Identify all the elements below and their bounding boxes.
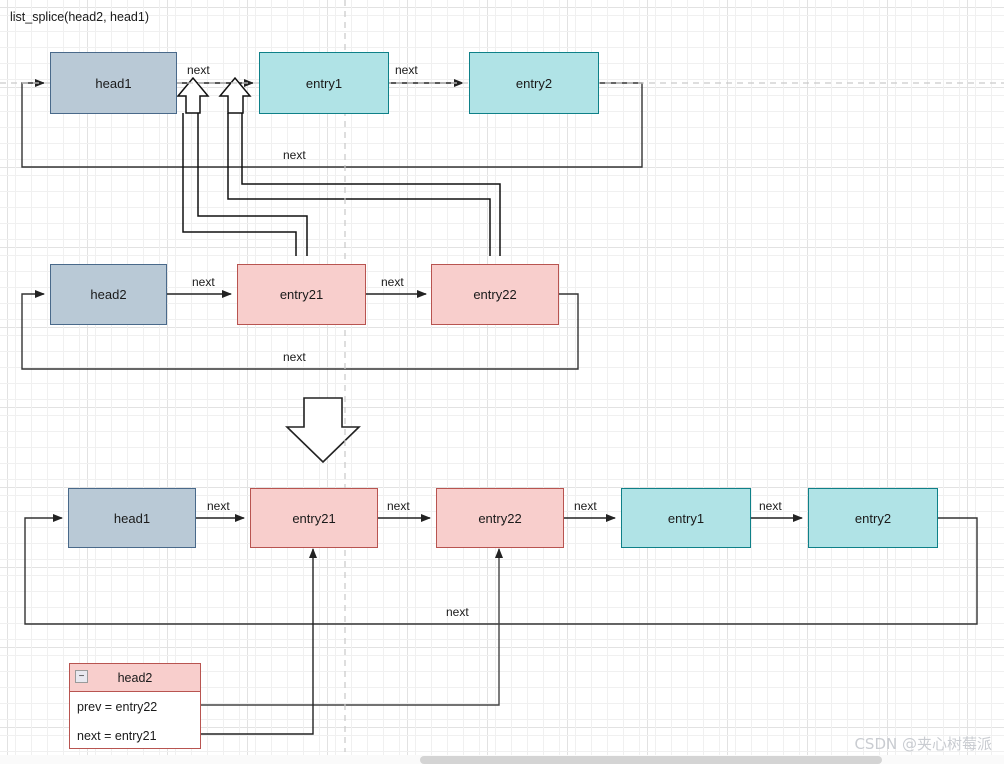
head2-detail-title: head2 [117, 670, 153, 685]
node-entry21-after[interactable]: entry21 [250, 488, 378, 548]
edge-head2next-to-entry21 [201, 548, 317, 735]
node-entry21-before[interactable]: entry21 [237, 264, 366, 325]
edge-label-head2-entry21: next [192, 275, 215, 289]
edge-label-after-entry22-entry1: next [574, 499, 597, 513]
edge-head2prev-to-entry22 [201, 548, 503, 706]
diagram-canvas[interactable]: list_splice(head2, head1) head1 entry1 e… [0, 0, 1004, 764]
head2-detail-header: − head2 [70, 664, 200, 692]
node-entry1-before[interactable]: entry1 [259, 52, 389, 114]
edge-label-after-entry21-entry22: next [387, 499, 410, 513]
edge-label-after-entry2-head1: next [446, 605, 469, 619]
edge-label-entry2-head1: next [283, 148, 306, 162]
node-entry22-after[interactable]: entry22 [436, 488, 564, 548]
node-head1-after[interactable]: head1 [68, 488, 196, 548]
edge-label-after-head1-entry21: next [207, 499, 230, 513]
node-entry1-after[interactable]: entry1 [621, 488, 751, 548]
diagram-title: list_splice(head2, head1) [10, 10, 149, 24]
watermark-text: CSDN @夹心树莓派 [854, 735, 992, 753]
head2-detail-box[interactable]: − head2 prev = entry22 next = entry21 [69, 663, 201, 749]
node-entry22-before[interactable]: entry22 [431, 264, 559, 325]
node-head1-before[interactable]: head1 [50, 52, 177, 114]
transition-down-arrow [285, 397, 361, 464]
edge-layer [0, 0, 1004, 752]
edge-label-entry1-entry2: next [395, 63, 418, 77]
node-head2-before[interactable]: head2 [50, 264, 167, 325]
head2-field-prev: prev = entry22 [77, 699, 158, 714]
edge-label-head1-entry1: next [187, 63, 210, 77]
edge-label-after-entry1-entry2: next [759, 499, 782, 513]
collapse-toggle-icon[interactable]: − [75, 670, 88, 683]
node-entry2-before[interactable]: entry2 [469, 52, 599, 114]
horizontal-scrollbar-thumb[interactable] [420, 756, 882, 764]
head2-field-next: next = entry21 [77, 728, 157, 743]
edge-label-entry21-entry22: next [381, 275, 404, 289]
node-entry2-after[interactable]: entry2 [808, 488, 938, 548]
edge-label-entry22-head2: next [283, 350, 306, 364]
